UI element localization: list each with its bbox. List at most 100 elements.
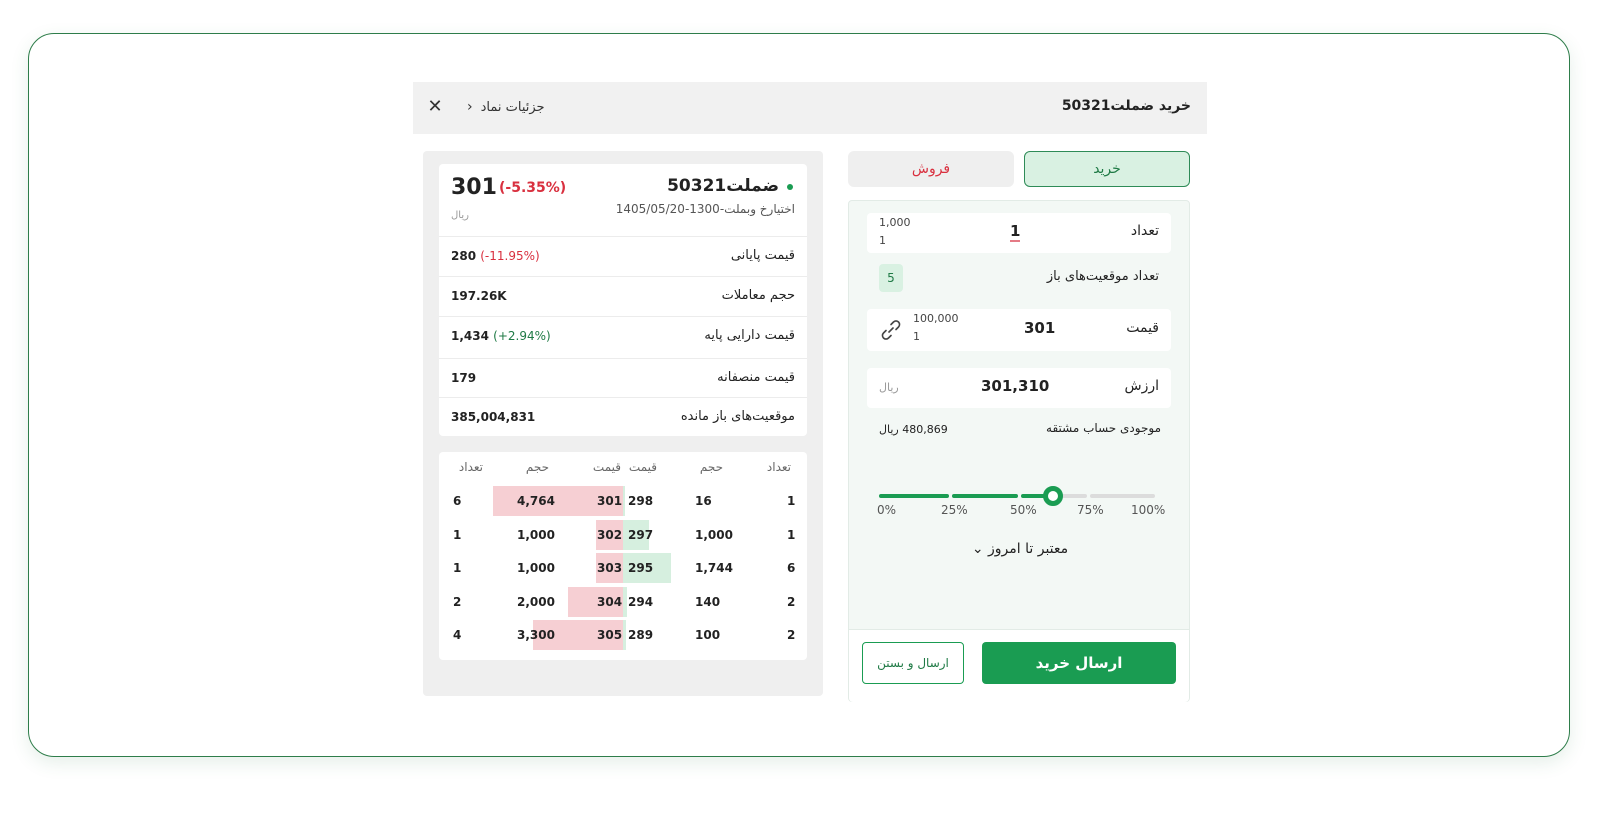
cell-buy-count: 2 — [787, 628, 796, 642]
header-buy-price: قیمت — [628, 460, 657, 474]
cell-sell-price: 305 — [597, 628, 623, 642]
info-label: قیمت پایانی — [730, 248, 795, 263]
validity-label: معتبر تا امروز — [988, 541, 1069, 557]
cell-sell-volume: 4,764 — [517, 494, 555, 508]
cell-buy-volume: 100 — [695, 628, 721, 642]
quantity-field[interactable]: تعداد 1 1,000 1 — [867, 213, 1171, 253]
cell-buy-volume: 16 — [695, 494, 712, 508]
cell-buy-price: 298 — [628, 494, 654, 508]
info-value: 1,434 (+2.94%) — [451, 329, 551, 343]
tick-75: 75% — [1077, 503, 1104, 517]
submit-and-close-button[interactable]: ارسال و بستن — [862, 642, 964, 684]
cell-buy-price: 294 — [628, 594, 654, 609]
order-book-row[interactable]: 1 1,000 302 297 1,000 1 — [439, 519, 807, 552]
symbol-change: (-5.35%) — [499, 180, 567, 196]
value-amount: 301,310 — [981, 377, 1050, 395]
order-form: تعداد 1 1,000 1 تعداد موقعیت‌های باز 5 ق… — [848, 200, 1190, 702]
header-sell-count: تعداد — [458, 460, 483, 474]
dialog-header: خرید ضملت50321 ✕ جزئیات نماد ‹ — [413, 82, 1207, 134]
quantity-min: 1 — [879, 234, 886, 247]
price-input[interactable]: 301 — [1024, 319, 1055, 337]
cell-sell-count: 6 — [453, 494, 462, 508]
cell-sell-volume: 1,000 — [517, 527, 555, 542]
tick-0: 0% — [877, 503, 897, 517]
info-label: قیمت دارایی پایه — [704, 328, 795, 343]
cell-sell-volume: 2,000 — [517, 594, 555, 609]
symbol-card: ضملت50321 اختیارخ وبملت-1300-1405/05/20 … — [439, 164, 807, 436]
header-sell-price: قیمت — [592, 460, 621, 474]
symbol-price: 301 — [451, 175, 497, 200]
chevron-down-icon: ⌄ — [971, 541, 984, 557]
link-icon[interactable] — [879, 318, 903, 342]
value-field: ارزش 301,310 ریال — [867, 368, 1171, 408]
tab-buy[interactable]: خرید — [1024, 151, 1190, 187]
close-icon[interactable]: ✕ — [423, 95, 447, 119]
symbol-details-link[interactable]: جزئیات نماد ‹ — [467, 96, 545, 118]
info-value: 385,004,831 — [451, 410, 536, 424]
info-row: قیمت دارایی پایه 1,434 (+2.94%) — [439, 316, 807, 358]
validity-select[interactable]: معتبر تا امروز ⌄ — [849, 541, 1191, 557]
quantity-input[interactable]: 1 — [1010, 222, 1021, 242]
cell-sell-count: 4 — [453, 628, 462, 642]
order-book: تعداد حجم قیمت قیمت حجم تعداد 6 4,764 301 2… — [439, 452, 807, 660]
tick-100: 100% — [1131, 503, 1166, 517]
order-side-tabs: خرید فروش — [848, 151, 1190, 191]
cell-sell-count: 2 — [453, 594, 462, 609]
value-label: ارزش — [1124, 378, 1159, 394]
info-label: موقعیت‌های باز مانده — [680, 409, 795, 424]
open-positions-row: تعداد موقعیت‌های باز 5 — [867, 263, 1171, 293]
cell-sell-price: 302 — [597, 527, 623, 542]
order-book-row[interactable]: 1 1,000 303 295 1,744 6 — [439, 553, 807, 585]
header-sell-volume: حجم — [525, 460, 549, 474]
tab-sell[interactable]: فروش — [848, 151, 1014, 187]
info-number: 1,434 — [451, 329, 489, 343]
info-row: حجم معاملات 197.26K — [439, 276, 807, 316]
cell-buy-price: 295 — [628, 561, 654, 575]
info-label: حجم معاملات — [721, 288, 795, 303]
tick-25: 25% — [941, 503, 968, 517]
cell-sell-price: 304 — [597, 594, 623, 609]
info-row: قیمت منصفانه 179 — [439, 358, 807, 398]
status-dot-icon — [787, 184, 793, 190]
info-row: موقعیت‌های باز مانده 385,004,831 — [439, 397, 807, 437]
header-buy-count: تعداد — [766, 460, 791, 474]
symbol-info-panel: ضملت50321 اختیارخ وبملت-1300-1405/05/20 … — [423, 151, 823, 696]
cell-buy-count: 1 — [787, 494, 796, 508]
order-book-row[interactable]: 2 2,000 304 294 140 2 — [439, 586, 807, 619]
symbol-unit: ریال — [451, 210, 469, 221]
info-value: 280 (-11.95%) — [451, 249, 540, 263]
header-buy-volume: حجم — [699, 460, 723, 474]
open-positions-label: تعداد موقعیت‌های باز — [1046, 269, 1159, 284]
submit-buy-button[interactable]: ارسال خرید — [982, 642, 1176, 684]
buy-depth-bar — [623, 586, 627, 617]
info-value: 197.26K — [451, 289, 507, 303]
balance-amount: 480,869 ریال — [879, 423, 948, 436]
cell-buy-volume: 1,744 — [695, 561, 733, 575]
order-book-row[interactable]: 4 3,300 305 289 100 2 — [439, 620, 807, 652]
order-book-row[interactable]: 6 4,764 301 298 16 1 — [439, 486, 807, 518]
cell-buy-price: 297 — [628, 527, 654, 542]
slider-segment-4 — [1090, 494, 1155, 498]
cell-buy-count: 1 — [787, 527, 796, 542]
order-dialog: خرید ضملت50321 ✕ جزئیات نماد ‹ خرید فروش… — [413, 82, 1207, 720]
price-min: 1 — [913, 330, 920, 343]
cell-sell-volume: 1,000 — [517, 561, 555, 575]
price-field[interactable]: قیمت 301 100,000 1 — [867, 309, 1171, 351]
info-percent: (-11.95%) — [480, 249, 540, 263]
cell-buy-count: 6 — [787, 561, 796, 575]
cell-sell-count: 1 — [453, 527, 462, 542]
info-row: قیمت پایانی 280 (-11.95%) — [439, 236, 807, 276]
buy-depth-bar — [623, 620, 626, 650]
cell-sell-price: 303 — [597, 561, 623, 575]
info-label: قیمت منصفانه — [717, 370, 795, 385]
balance-unit: ریال — [879, 423, 899, 436]
cell-sell-count: 1 — [453, 561, 462, 575]
cell-sell-volume: 3,300 — [517, 628, 555, 642]
price-label: قیمت — [1126, 320, 1159, 336]
symbol-name: ضملت50321 — [667, 176, 779, 196]
symbol-description: اختیارخ وبملت-1300-1405/05/20 — [615, 202, 795, 216]
quantity-label: تعداد — [1130, 223, 1159, 239]
cell-buy-volume: 140 — [695, 594, 721, 609]
info-value: 179 — [451, 371, 477, 385]
slider-segment-1 — [879, 494, 949, 498]
